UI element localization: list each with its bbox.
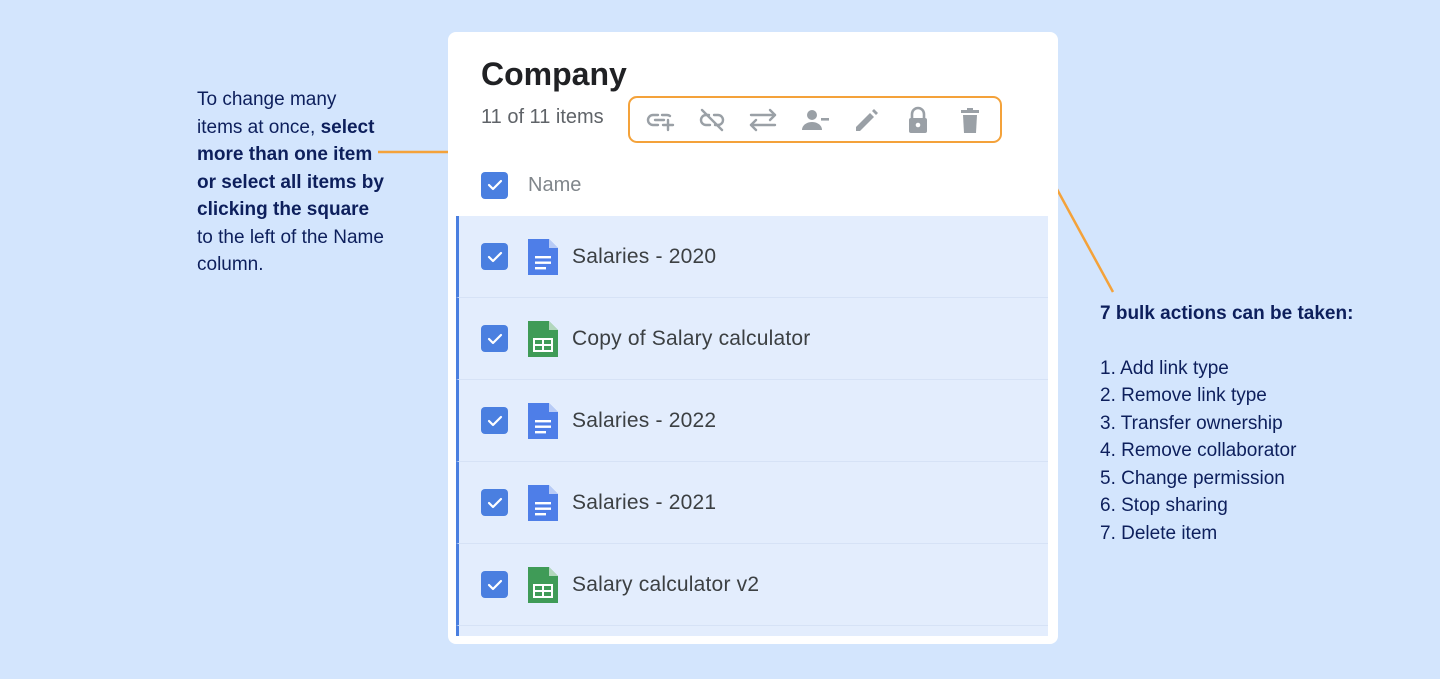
bulk-actions-toolbar xyxy=(628,96,1002,143)
check-icon xyxy=(487,579,502,590)
row-checkbox[interactable] xyxy=(481,571,508,598)
row-checkbox[interactable] xyxy=(481,243,508,270)
file-row[interactable]: Salary calculator v2 xyxy=(456,544,1048,626)
file-row[interactable]: Salaries - 2020 xyxy=(456,216,1048,298)
check-icon xyxy=(487,497,502,508)
stop-sharing-button[interactable] xyxy=(900,102,936,138)
delete-button[interactable] xyxy=(952,102,988,138)
bulk-action-item: 1. Add link type xyxy=(1100,357,1229,379)
sheet-file-icon xyxy=(528,566,558,603)
bulk-actions-heading: 7 bulk actions can be taken: xyxy=(1100,303,1354,324)
remove-person-icon xyxy=(801,109,829,130)
select-all-checkbox[interactable] xyxy=(481,171,508,199)
bulk-action-item: 3. Transfer ownership xyxy=(1100,412,1283,434)
doc-file-icon xyxy=(528,402,558,439)
row-checkbox[interactable] xyxy=(481,325,508,352)
bulk-action-item: 6. Stop sharing xyxy=(1100,495,1228,516)
bulk-action-item: 5. Change permission xyxy=(1100,467,1285,489)
left-annotation: To change many items at once, select mor… xyxy=(197,86,387,279)
transfer-icon xyxy=(750,108,777,131)
transfer-ownership-button[interactable] xyxy=(745,102,781,138)
check-icon xyxy=(487,179,502,191)
file-name[interactable]: Copy of Salary calculator xyxy=(572,327,810,351)
file-name[interactable]: Salaries - 2020 xyxy=(572,245,716,269)
file-name[interactable]: Salaries - 2021 xyxy=(572,491,716,515)
check-icon xyxy=(487,333,502,344)
check-icon xyxy=(487,251,502,262)
pencil-icon xyxy=(855,108,878,131)
lock-icon xyxy=(909,106,928,133)
row-checkbox[interactable] xyxy=(481,489,508,516)
add-link-icon xyxy=(646,113,675,131)
row-checkbox[interactable] xyxy=(481,407,508,434)
bulk-action-item: 7. Delete item xyxy=(1100,522,1218,544)
change-permission-button[interactable] xyxy=(849,102,885,138)
page-title: Company xyxy=(481,56,627,92)
file-row[interactable]: Salaries - 2021 xyxy=(456,462,1048,544)
doc-file-icon xyxy=(528,238,558,275)
sheet-file-icon xyxy=(528,320,558,357)
file-name[interactable]: Salaries - 2022 xyxy=(572,409,716,433)
bulk-action-item: 2. Remove link type xyxy=(1100,385,1267,406)
check-icon xyxy=(487,415,502,426)
remove-collaborator-button[interactable] xyxy=(797,102,833,138)
remove-link-icon xyxy=(699,108,724,131)
company-card: Company 11 of 11 items Name Salaries - 2… xyxy=(448,32,1058,644)
file-name[interactable]: Salary calculator v2 xyxy=(572,573,759,597)
doc-file-icon xyxy=(528,484,558,521)
bulk-action-item: 4. Remove collaborator xyxy=(1100,440,1297,461)
bulk-actions-list: 1. Add link type 2. Remove link type 3. … xyxy=(1100,355,1400,548)
name-column-header[interactable]: Name xyxy=(528,174,581,197)
add-link-button[interactable] xyxy=(642,102,678,138)
left-annotation-text-1: To change many items at once, xyxy=(197,89,337,138)
file-list: Salaries - 2020 Copy of Salary calculator… xyxy=(456,216,1048,636)
left-annotation-text-2: to the left of the Name column. xyxy=(197,226,384,276)
file-row[interactable] xyxy=(456,626,1048,636)
table-header: Name xyxy=(448,157,1058,213)
trash-icon xyxy=(961,107,980,133)
right-annotation: 7 bulk actions can be taken: 1. Add link… xyxy=(1100,300,1400,547)
remove-link-button[interactable] xyxy=(694,102,730,138)
item-count: 11 of 11 items xyxy=(481,106,604,128)
file-row[interactable]: Copy of Salary calculator xyxy=(456,298,1048,380)
file-row[interactable]: Salaries - 2022 xyxy=(456,380,1048,462)
